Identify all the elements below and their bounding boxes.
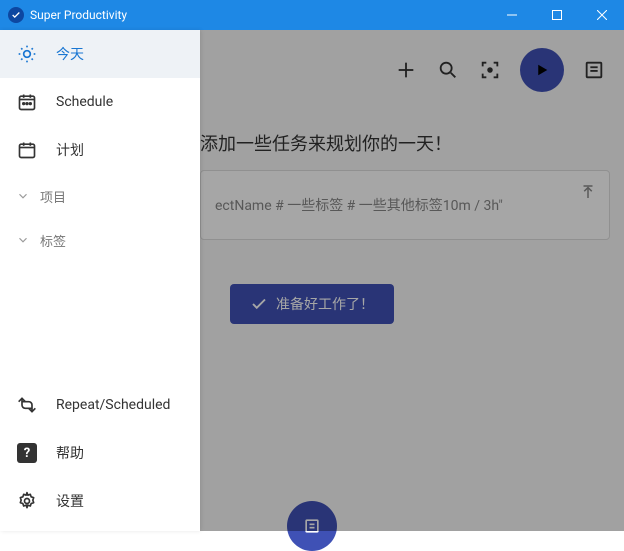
sidebar-item-label: Repeat/Scheduled: [56, 397, 170, 413]
sidebar-item-label: 设置: [56, 491, 84, 511]
sidebar-item-help[interactable]: ? 帮助: [0, 429, 200, 477]
close-button[interactable]: [579, 0, 624, 30]
calendar-icon: [16, 139, 38, 161]
sidebar-item-settings[interactable]: 设置: [0, 477, 200, 525]
sidebar-item-label: 今天: [56, 44, 84, 64]
sidebar: 今天 Schedule 计划 项目 标签: [0, 30, 200, 531]
window-controls: [489, 0, 624, 30]
sun-icon: [16, 43, 38, 65]
section-label: 项目: [40, 187, 66, 206]
sidebar-item-label: 计划: [56, 140, 84, 160]
sidebar-section-tags[interactable]: 标签: [0, 218, 200, 262]
app-icon: [8, 7, 24, 23]
sidebar-item-label: Schedule: [56, 94, 113, 110]
help-icon: ?: [16, 442, 38, 464]
gear-icon: [16, 490, 38, 512]
window-titlebar: Super Productivity: [0, 0, 624, 30]
sidebar-item-label: 帮助: [56, 443, 84, 463]
sidebar-item-schedule[interactable]: Schedule: [0, 78, 200, 126]
section-label: 标签: [40, 231, 66, 250]
sidebar-section-projects[interactable]: 项目: [0, 174, 200, 218]
repeat-icon: [16, 394, 38, 416]
chevron-down-icon: [16, 189, 30, 203]
window-title: Super Productivity: [30, 8, 489, 22]
minimize-button[interactable]: [489, 0, 534, 30]
sidebar-item-plan[interactable]: 计划: [0, 126, 200, 174]
sidebar-item-today[interactable]: 今天: [0, 30, 200, 78]
maximize-button[interactable]: [534, 0, 579, 30]
calendar-range-icon: [16, 91, 38, 113]
chevron-down-icon: [16, 233, 30, 247]
sidebar-item-repeat[interactable]: Repeat/Scheduled: [0, 381, 200, 429]
